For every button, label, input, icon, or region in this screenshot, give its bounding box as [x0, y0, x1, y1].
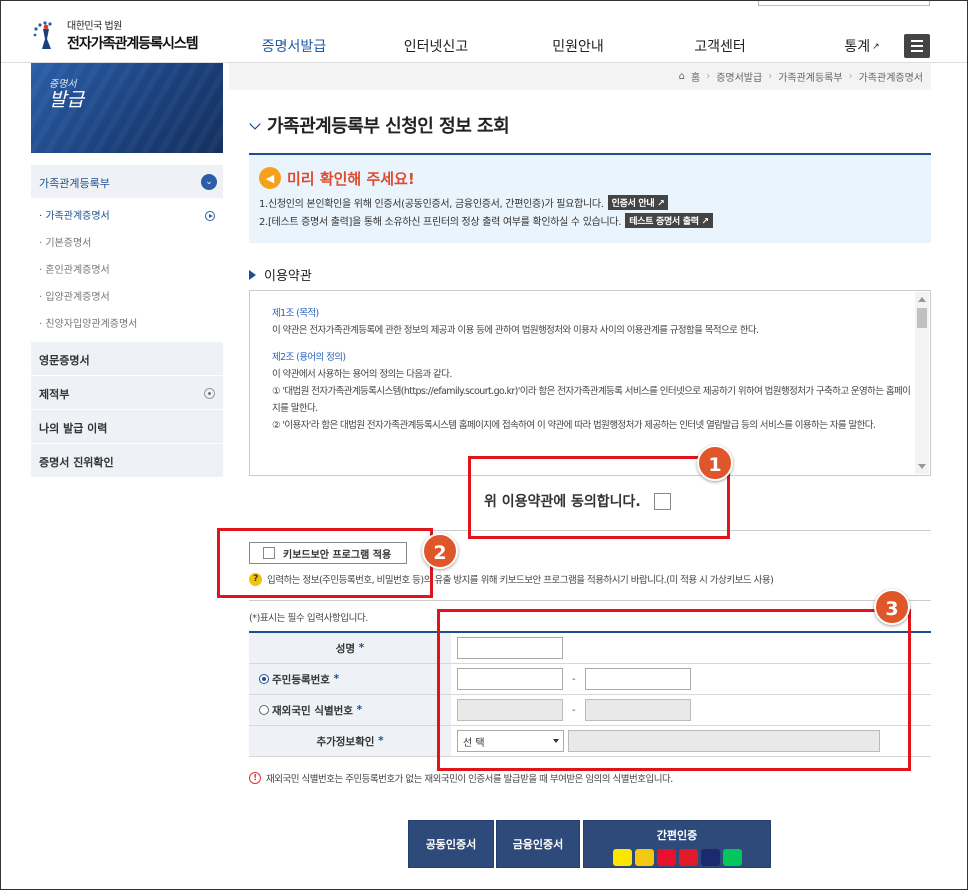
simple-auth-button[interactable]: 간편인증 — [583, 820, 771, 868]
hamburger-menu-button[interactable] — [904, 34, 930, 58]
annotation-badge-3: 3 — [874, 589, 910, 625]
terms-article2-item1: ① '대법원 전자가족관계등록시스템(https://efamily.scour… — [272, 386, 911, 414]
test-print-button[interactable]: 테스트 증명서 출력 ↗ — [625, 213, 713, 228]
page-title: 가족관계등록부 신청인 정보 조회 — [249, 112, 510, 138]
payco-icon — [656, 849, 676, 866]
main-nav: 증명서발급 인터넷신고 민원안내 고객센터 통계 ↗ — [223, 36, 933, 56]
logo-title: 전자가족관계등록시스템 — [67, 36, 199, 52]
finance-cert-button[interactable]: 금융인증서 — [496, 820, 580, 868]
breadcrumb-current: 가족관계증명서 — [858, 73, 923, 84]
external-link-icon: ↗ — [872, 42, 880, 52]
sidebar-item-english-cert[interactable]: 영문증명서 — [31, 342, 223, 376]
scroll-up-icon[interactable] — [918, 297, 926, 302]
notice-title: 미리 확인해 주세요! — [287, 169, 415, 188]
kakao-icon — [612, 849, 632, 866]
sidebar-sub-marriage[interactable]: · 혼인관계증명서 — [31, 257, 223, 284]
notice-line2: 2.[테스트 증명서 출력]을 통해 소유하신 프린터의 정상 출력 여부를 확… — [259, 217, 622, 228]
foreign-id-radio[interactable] — [259, 705, 269, 715]
extra-label: 추가정보확인 — [316, 735, 375, 748]
simple-auth-label: 간편인증 — [656, 829, 698, 842]
sidebar-submenu: · 가족관계증명서 · 기본증명서 · 혼인관계증명서 · 입양관계증명서 · … — [31, 199, 223, 342]
breadcrumb-home[interactable]: 홈 — [691, 69, 700, 84]
page-frame: 대한민국 법원 전자가족관계등록시스템 증명서발급 인터넷신고 민원안내 고객센… — [0, 0, 968, 890]
notice-line1: 1.신청인의 본인확인을 위해 인증서(공동인증서, 금융인증서, 간편인증)가… — [259, 199, 604, 210]
required-note: (*)표시는 필수 입력사항입니다. — [249, 613, 368, 624]
terms-article2-title: 제2조 (용어의 정의) — [272, 352, 346, 363]
foreign-id-label: 재외국민 식별번호 — [272, 704, 353, 717]
sidebar-item-verify[interactable]: 증명서 진위확인 — [31, 444, 223, 478]
sidebar-sub-family-relations[interactable]: · 가족관계증명서 — [31, 203, 223, 230]
terms-textbox[interactable]: 제1조 (목적) 이 약관은 전자가족관계등록에 관한 정보의 제공과 이용 등… — [249, 290, 931, 476]
play-circle-icon — [205, 211, 215, 221]
scroll-thumb[interactable] — [917, 308, 927, 328]
annotation-badge-1: 1 — [697, 445, 733, 481]
terms-article1-title: 제1조 (목적) — [272, 308, 319, 319]
foreign-id-warning: ! 재외국민 식별번호는 주민등록번호가 없는 재외국민이 인증서를 발급받을 … — [249, 771, 673, 785]
sidebar-menu: 가족관계등록부 ⌄ · 가족관계증명서 · 기본증명서 · 혼인관계증명서 · … — [31, 165, 223, 478]
kb-icon — [634, 849, 654, 866]
sidebar-visual-title: 발급 — [49, 89, 84, 111]
breadcrumb: ⌂ 홈 › 증명서발급 › 가족관계등록부 › 가족관계증명서 — [229, 63, 931, 90]
title-chevron-icon — [249, 118, 261, 130]
sidebar-visual: 증명서 발급 — [31, 63, 223, 153]
rrn-radio[interactable] — [259, 674, 269, 684]
sidebar-item-family-register[interactable]: 가족관계등록부 ⌄ — [31, 165, 223, 199]
annotation-box-1 — [468, 456, 730, 539]
chevron-down-icon: ⌄ — [201, 174, 217, 190]
sidebar-item-my-history[interactable]: 나의 발급 이력 — [31, 410, 223, 444]
nav-support[interactable]: 고객센터 — [649, 36, 791, 56]
sidebar-sub-basic[interactable]: · 기본증명서 — [31, 230, 223, 257]
terms-section-title: 이용약관 — [249, 265, 312, 284]
terms-article1-body: 이 약관은 전자가족관계등록에 관한 정보의 제공과 이용 등에 관하여 법원행… — [272, 325, 759, 336]
terms-article2-item2: ② '이용자'라 함은 대법원 전자가족관계등록시스템 홈페이지에 접속하여 이… — [272, 420, 876, 431]
rrn-label: 주민등록번호 — [272, 673, 330, 686]
warning-icon: ! — [249, 772, 261, 784]
nav-report[interactable]: 인터넷신고 — [365, 36, 507, 56]
megaphone-icon: ◀ — [259, 167, 281, 189]
nav-guide[interactable]: 민원안내 — [507, 36, 649, 56]
scroll-down-icon[interactable] — [918, 464, 926, 469]
site-logo[interactable]: 대한민국 법원 전자가족관계등록시스템 — [31, 17, 199, 53]
home-icon[interactable]: ⌂ — [679, 71, 685, 82]
triangle-bullet-icon — [249, 270, 256, 280]
radio-dot-icon — [204, 388, 215, 399]
joint-cert-button[interactable]: 공동인증서 — [408, 820, 494, 868]
breadcrumb-register[interactable]: 가족관계등록부 — [778, 69, 842, 84]
pass-icon — [678, 849, 698, 866]
site-header: 대한민국 법원 전자가족관계등록시스템 증명서발급 인터넷신고 민원안내 고객센… — [1, 1, 967, 63]
terms-article2-body: 이 약관에서 사용하는 용어의 정의는 다음과 같다. — [272, 369, 452, 380]
divider — [249, 600, 931, 601]
utility-bar — [758, 1, 930, 6]
annotation-box-2 — [217, 528, 433, 598]
notice-box: ◀ 미리 확인해 주세요! 1.신청인의 본인확인을 위해 인증서(공동인증서, … — [249, 155, 931, 243]
nav-issue[interactable]: 증명서발급 — [223, 36, 365, 56]
logo-subtitle: 대한민국 법원 — [67, 21, 122, 32]
nav-stats-label: 통계 — [844, 39, 871, 55]
cert-guide-button[interactable]: 인증서 안내 ↗ — [607, 195, 669, 210]
name-label: 성명 — [335, 642, 356, 655]
naver-icon — [722, 849, 742, 866]
samsung-pass-icon — [700, 849, 720, 866]
terms-scrollbar[interactable] — [915, 292, 929, 474]
sidebar-sub-full-adoption[interactable]: · 친양자입양관계증명서 — [31, 311, 223, 338]
annotation-box-3 — [437, 609, 911, 771]
court-emblem-icon — [31, 19, 63, 51]
hamburger-icon — [911, 40, 923, 42]
sidebar-item-removed-register[interactable]: 제적부 — [31, 376, 223, 410]
sidebar-sub-adoption[interactable]: · 입양관계증명서 — [31, 284, 223, 311]
sidebar-item-label: 가족관계등록부 — [39, 177, 110, 190]
breadcrumb-issue[interactable]: 증명서발급 — [716, 69, 762, 84]
annotation-badge-2: 2 — [422, 533, 458, 569]
